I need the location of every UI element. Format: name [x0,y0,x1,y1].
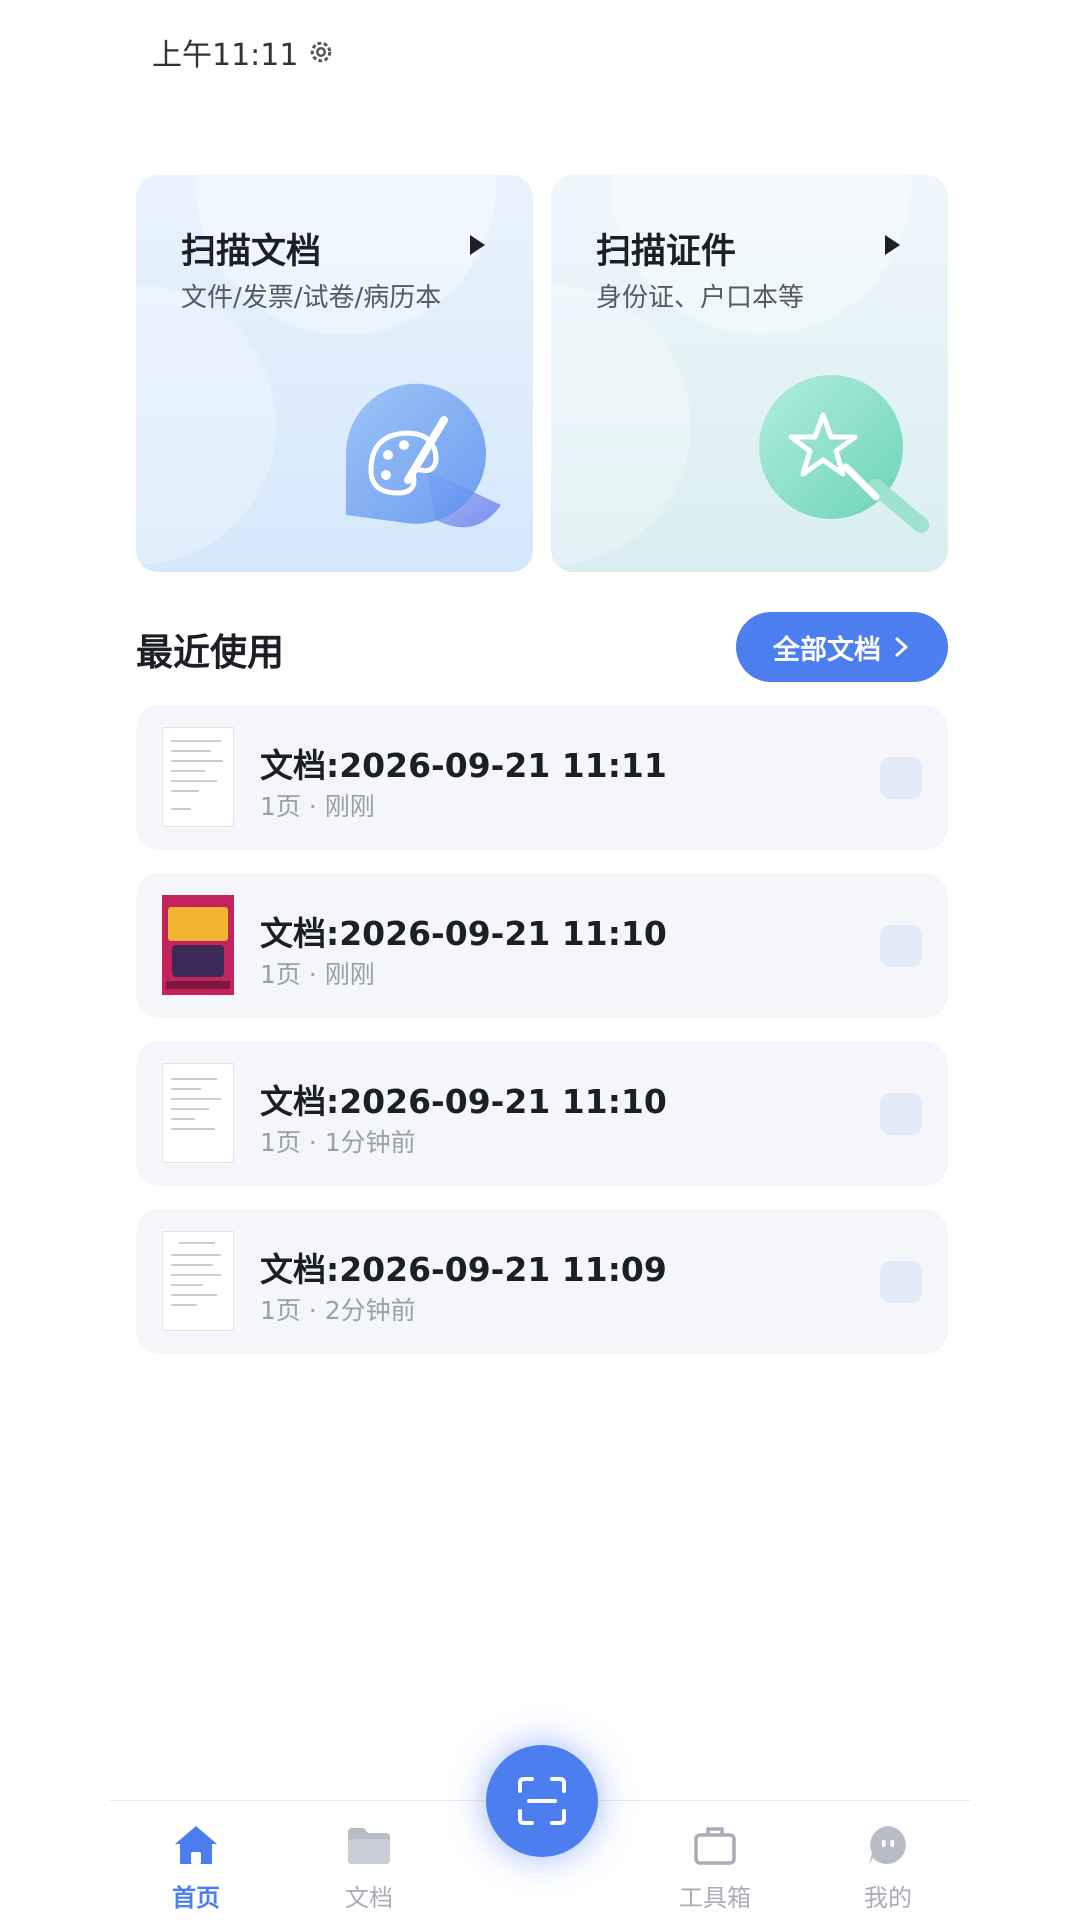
nav-tab-label: 我的 [864,1884,912,1912]
document-meta: 1页 · 2分钟前 [260,1296,416,1325]
document-thumbnail [162,727,234,827]
document-title: 文档:2026-09-21 11:10 [260,1082,667,1121]
card-subtitle: 文件/发票/试卷/病历本 [181,283,442,313]
home-icon [175,1826,217,1864]
palette-icon [345,383,501,528]
select-checkbox[interactable] [880,757,922,799]
document-thumbnail [162,1231,234,1331]
document-title: 文档:2026-09-21 11:09 [260,1250,667,1289]
card-subtitle: 身份证、户口本等 [596,283,805,313]
nav-tab-home[interactable]: 首页 [136,1820,256,1913]
briefcase-icon [694,1827,736,1865]
chat-bubble-icon [869,1826,906,1864]
recent-section-title: 最近使用 [136,631,284,674]
document-meta: 1页 · 刚刚 [260,792,375,821]
nav-tab-documents[interactable]: 文档 [309,1820,429,1913]
recent-document-list: 文档:2026-09-21 11:11 1页 · 刚刚 文档:2026-09-2… [136,705,948,1377]
folder-icon [348,1828,390,1864]
all-documents-button[interactable]: 全部文档 [736,612,948,682]
scan-button[interactable] [486,1745,598,1857]
nav-tab-label: 工具箱 [679,1884,751,1912]
select-checkbox[interactable] [880,1261,922,1303]
card-title: 扫描文档 [181,232,322,272]
document-list-item[interactable]: 文档:2026-09-21 11:11 1页 · 刚刚 [136,705,948,850]
document-list-item[interactable]: 文档:2026-09-21 11:10 1页 · 1分钟前 [136,1041,948,1186]
scan-id-card[interactable]: 扫描证件 身份证、户口本等 [551,175,948,572]
card-title: 扫描证件 [596,232,737,272]
document-meta: 1页 · 1分钟前 [260,1128,416,1157]
select-checkbox[interactable] [880,925,922,967]
scan-document-card[interactable]: 扫描文档 文件/发票/试卷/病历本 [136,175,533,572]
document-list-item[interactable]: 文档:2026-09-21 11:10 1页 · 刚刚 [136,873,948,1018]
select-checkbox[interactable] [880,1093,922,1135]
document-meta: 1页 · 刚刚 [260,960,375,989]
all-documents-label: 全部文档 [773,634,881,666]
nav-tab-toolbox[interactable]: 工具箱 [655,1820,775,1913]
document-title: 文档:2026-09-21 11:10 [260,914,667,953]
nav-tab-profile[interactable]: 我的 [828,1820,948,1913]
document-title: 文档:2026-09-21 11:11 [260,746,667,785]
gear-icon [311,41,332,63]
magic-wand-icon [759,375,929,533]
play-arrow-icon [885,235,900,255]
chevron-right-icon [895,637,908,657]
scan-icon [518,1777,566,1825]
status-bar: 上午11:11 [152,30,336,74]
document-thumbnail [162,1063,234,1163]
status-time: 上午11:11 [152,38,299,73]
nav-tab-label: 文档 [345,1884,393,1912]
play-arrow-icon [470,235,485,255]
document-thumbnail [162,895,234,995]
nav-tab-label: 首页 [172,1884,220,1912]
document-list-item[interactable]: 文档:2026-09-21 11:09 1页 · 2分钟前 [136,1209,948,1354]
